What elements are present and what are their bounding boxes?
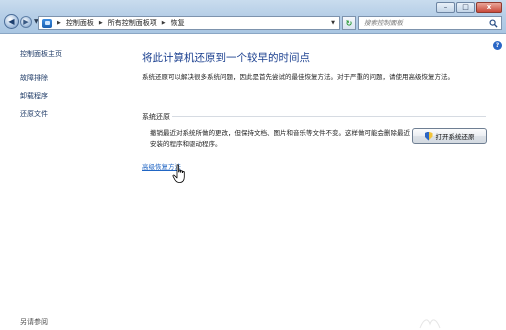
address-dropdown-icon[interactable]: ▼ bbox=[331, 20, 335, 26]
close-icon: x bbox=[486, 3, 492, 11]
forward-arrow-icon: ▶ bbox=[23, 17, 29, 26]
navigation-buttons: ◀ ▶ ▼ bbox=[4, 14, 39, 29]
breadcrumb-separator-icon[interactable]: ▶ bbox=[57, 20, 61, 26]
address-bar[interactable]: ▶ 控制面板 ▶ 所有控制面板项 ▶ 恢复 ▼ bbox=[38, 16, 340, 30]
breadcrumb: ▶ 控制面板 ▶ 所有控制面板项 ▶ 恢复 bbox=[52, 18, 185, 28]
hand-cursor-icon bbox=[172, 164, 185, 183]
close-button[interactable]: x bbox=[476, 2, 502, 13]
search-input[interactable] bbox=[364, 19, 484, 27]
maximize-icon: □ bbox=[462, 3, 469, 11]
refresh-button[interactable]: ↻ bbox=[342, 16, 356, 30]
control-panel-icon bbox=[42, 18, 52, 28]
page-title: 将此计算机还原到一个较早的时间点 bbox=[142, 52, 310, 64]
back-button[interactable]: ◀ bbox=[4, 14, 19, 29]
minimize-button[interactable]: – bbox=[436, 2, 455, 13]
search-box[interactable] bbox=[358, 16, 502, 30]
back-arrow-icon: ◀ bbox=[8, 17, 15, 26]
see-also-label: 另请参阅 bbox=[20, 318, 48, 326]
section-divider bbox=[172, 116, 486, 117]
maximize-button[interactable]: □ bbox=[456, 2, 475, 13]
window-controls: – □ x bbox=[436, 2, 502, 13]
restore-files-link[interactable]: 还原文件 bbox=[20, 109, 48, 119]
system-restore-section-title: 系统还原 bbox=[142, 113, 170, 121]
search-icon[interactable] bbox=[489, 19, 498, 28]
watermark-icon bbox=[419, 319, 441, 329]
breadcrumb-separator-icon[interactable]: ▶ bbox=[99, 20, 103, 26]
control-panel-home-link[interactable]: 控制面板主页 bbox=[20, 49, 62, 59]
task-links: 故障排除 卸载程序 还原文件 bbox=[20, 73, 48, 119]
breadcrumb-separator-icon[interactable]: ▶ bbox=[162, 20, 166, 26]
troubleshooting-link[interactable]: 故障排除 bbox=[20, 73, 48, 83]
breadcrumb-control-panel[interactable]: 控制面板 bbox=[66, 18, 94, 28]
breadcrumb-all-items[interactable]: 所有控制面板项 bbox=[108, 18, 157, 28]
page-description: 系统还原可以解决很多系统问题，因此是首先尝试的最佳恢复方法。对于严重的问题，请使… bbox=[142, 73, 454, 81]
open-system-restore-button[interactable]: 打开系统还原 bbox=[412, 128, 487, 144]
uac-shield-icon bbox=[424, 131, 433, 141]
help-icon[interactable]: ? bbox=[493, 41, 502, 50]
forward-button[interactable]: ▶ bbox=[20, 15, 32, 28]
left-pane: 控制面板主页 故障排除 卸载程序 还原文件 另请参阅 bbox=[0, 35, 130, 330]
minimize-icon: – bbox=[443, 3, 448, 11]
refresh-icon: ↻ bbox=[345, 18, 353, 28]
system-restore-description: 撤销最近对系统所做的更改，但保持文档、图片和音乐等文件不变。这样做可能会删除最近… bbox=[150, 129, 410, 148]
open-system-restore-label: 打开系统还原 bbox=[435, 133, 475, 141]
uninstall-program-link[interactable]: 卸载程序 bbox=[20, 91, 48, 101]
title-bar: – □ x ◀ ▶ ▼ ▶ 控制面板 ▶ 所有控制面板项 ▶ 恢复 ▼ ↻ bbox=[0, 0, 506, 34]
breadcrumb-recovery[interactable]: 恢复 bbox=[171, 18, 185, 28]
